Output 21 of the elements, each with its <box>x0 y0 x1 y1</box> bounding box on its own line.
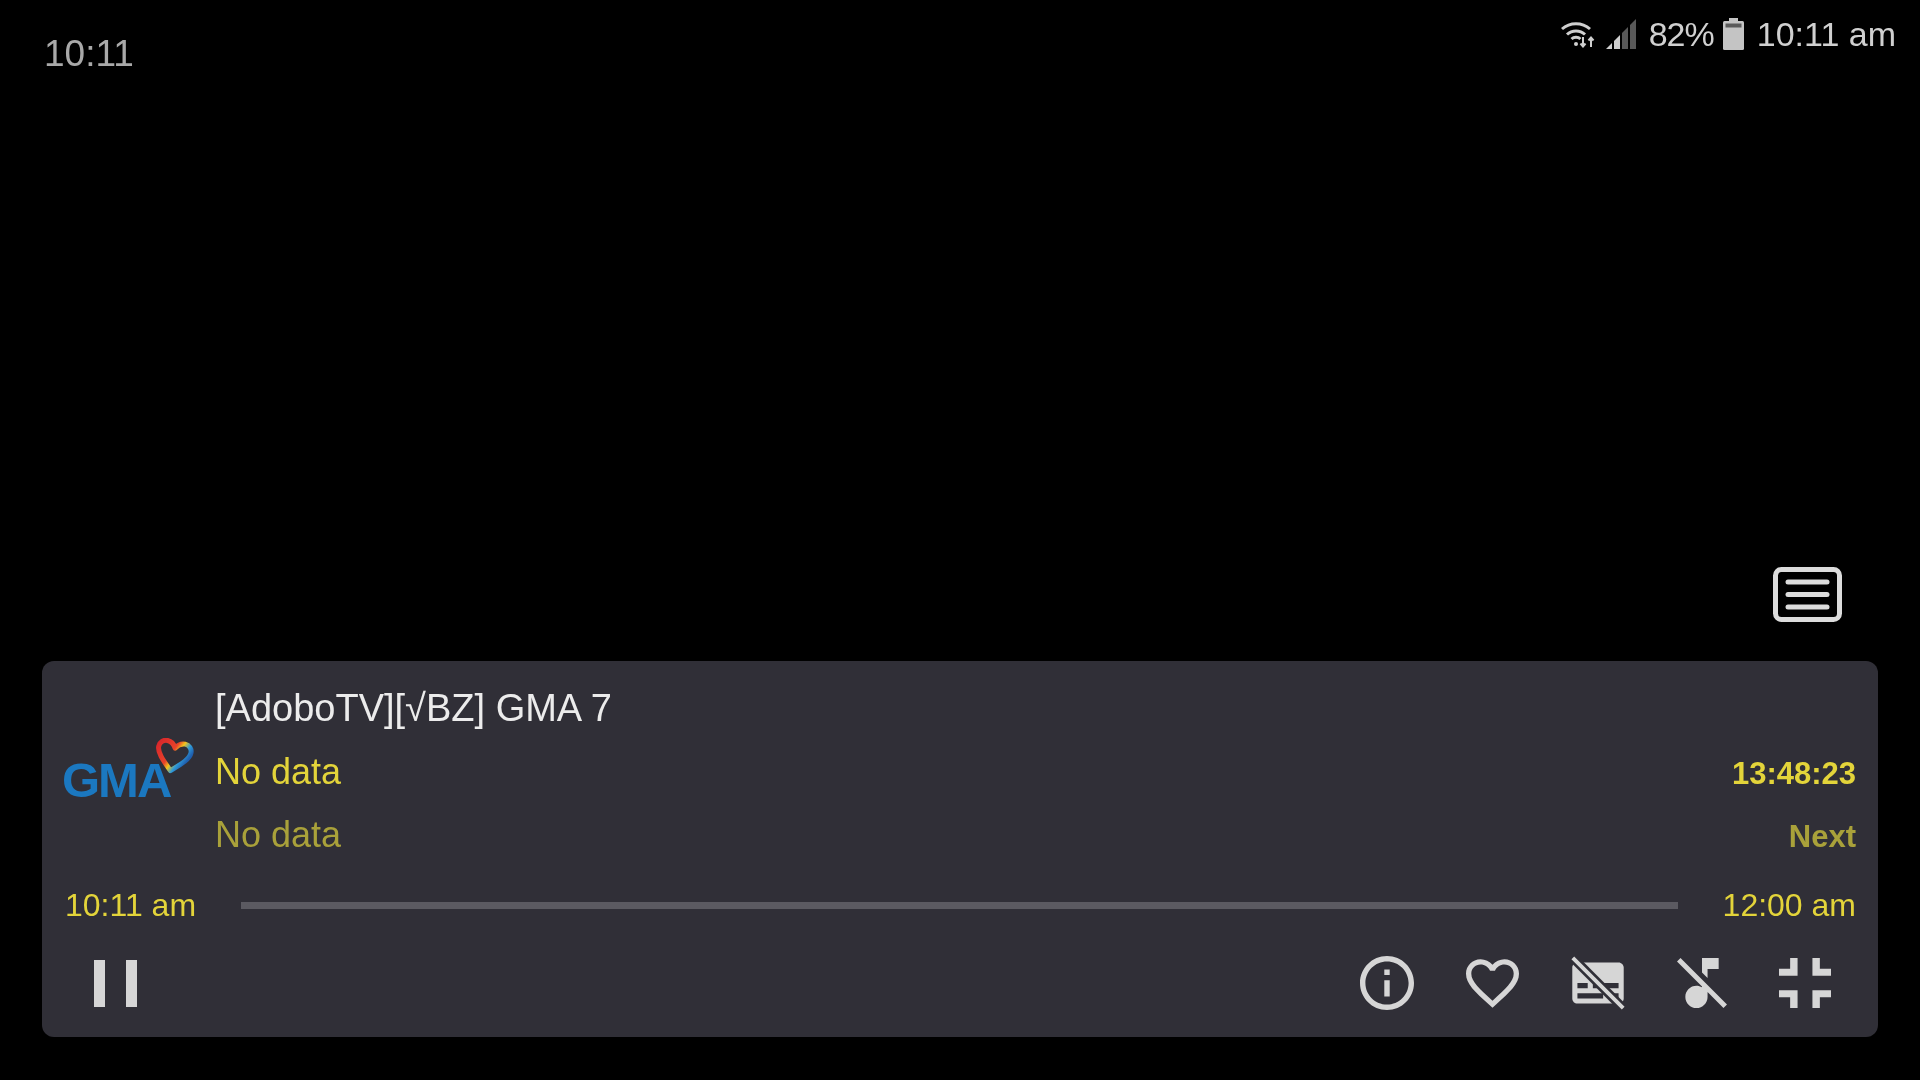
heart-outline-icon[interactable] <box>1466 958 1519 1008</box>
end-time: 12:00 am <box>1722 886 1856 925</box>
exit-fullscreen-icon[interactable] <box>1779 958 1831 1008</box>
channel-logo-wordmark: GMA <box>62 755 171 805</box>
info-icon[interactable] <box>1360 956 1414 1010</box>
clock-text: 10:11 <box>44 35 134 72</box>
battery-icon <box>1722 18 1744 50</box>
pause-icon[interactable] <box>94 959 137 1007</box>
next-label: Next <box>1788 818 1856 856</box>
battery-percent: 82% <box>1648 17 1714 51</box>
wifi-icon <box>1559 20 1596 48</box>
list-icon[interactable] <box>1773 567 1842 622</box>
next-program: No data <box>215 813 342 857</box>
current-program: No data <box>215 750 342 794</box>
start-time: 10:11 am <box>65 886 197 925</box>
status-time: 10:11 am <box>1756 17 1896 51</box>
signal-icon <box>1605 19 1636 49</box>
channel-title: [AdoboTV][√BZ] GMA 7 <box>215 686 612 731</box>
countdown-time: 13:48:23 <box>1731 755 1856 793</box>
music-off-icon[interactable] <box>1677 958 1727 1008</box>
subtitles-off-icon[interactable] <box>1571 956 1625 1010</box>
